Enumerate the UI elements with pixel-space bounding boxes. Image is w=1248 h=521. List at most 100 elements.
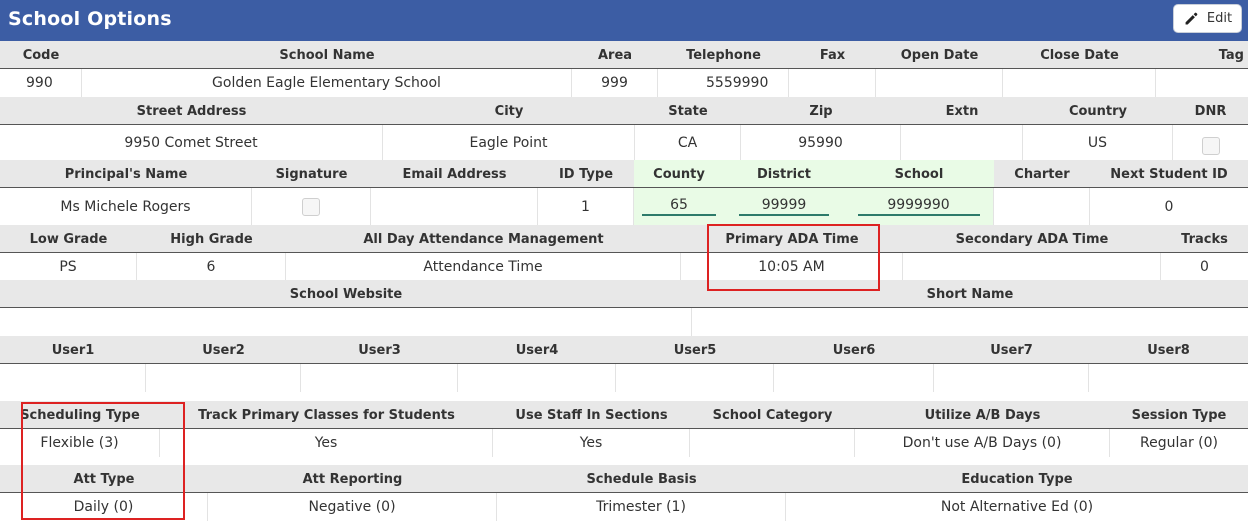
value-school: 9999990 xyxy=(844,188,994,225)
header-school-name: School Name xyxy=(82,41,572,69)
header-email-address: Email Address xyxy=(371,160,538,188)
header-extn: Extn xyxy=(901,97,1023,125)
value-tag xyxy=(1156,69,1248,97)
row1-header: Code School Name Area Telephone Fax Open… xyxy=(0,41,1248,69)
value-user8 xyxy=(1089,364,1248,392)
value-county: 65 xyxy=(634,188,724,225)
value-close-date xyxy=(1003,69,1156,97)
value-district: 99999 xyxy=(724,188,844,225)
header-code: Code xyxy=(0,41,82,69)
header-county: County xyxy=(634,160,724,188)
header-district: District xyxy=(724,160,844,188)
row2-values: 9950 Comet Street Eagle Point CA 95990 U… xyxy=(0,124,1248,160)
dnr-checkbox[interactable] xyxy=(1201,136,1220,155)
value-education-type: Not Alternative Ed (0) xyxy=(786,493,1248,521)
header-fax: Fax xyxy=(789,41,876,69)
header-short-name: Short Name xyxy=(692,280,1248,308)
value-code: 990 xyxy=(0,69,82,97)
header-utilize-ab-days: Utilize A/B Days xyxy=(855,401,1110,429)
value-all-day-attendance: Attendance Time xyxy=(286,253,681,280)
value-high-grade: 6 xyxy=(137,253,286,280)
header-school-category: School Category xyxy=(690,401,855,429)
header-principal-name: Principal's Name xyxy=(0,160,252,188)
value-dnr xyxy=(1173,125,1248,160)
header-area: Area xyxy=(572,41,658,69)
header-state: State xyxy=(635,97,741,125)
header-schedule-basis: Schedule Basis xyxy=(497,465,786,493)
header-street-address: Street Address xyxy=(0,97,383,125)
value-user7 xyxy=(934,364,1089,392)
header-school-website: School Website xyxy=(0,280,692,308)
header-high-grade: High Grade xyxy=(137,225,286,253)
value-country: US xyxy=(1023,125,1173,160)
value-extn xyxy=(901,125,1023,160)
header-signature: Signature xyxy=(252,160,371,188)
value-user5 xyxy=(616,364,774,392)
header-user3: User3 xyxy=(301,336,458,364)
header-user1: User1 xyxy=(0,336,146,364)
header-user2: User2 xyxy=(146,336,301,364)
row2-header: Street Address City State Zip Extn Count… xyxy=(0,97,1248,125)
header-secondary-ada-time: Secondary ADA Time xyxy=(903,225,1161,253)
row4-values: PS 6 Attendance Time 10:05 AM 0 xyxy=(0,252,1248,280)
value-school-category xyxy=(690,429,855,457)
row5-header: School Website Short Name xyxy=(0,280,1248,308)
signature-checkbox[interactable] xyxy=(302,197,320,216)
value-signature xyxy=(252,188,371,225)
value-next-student-id: 0 xyxy=(1090,188,1248,225)
header-low-grade: Low Grade xyxy=(0,225,137,253)
edit-button-label: Edit xyxy=(1206,11,1233,26)
value-user1 xyxy=(0,364,146,392)
value-charter xyxy=(994,188,1090,225)
header-primary-ada-time: Primary ADA Time xyxy=(681,225,903,253)
header-tracks: Tracks xyxy=(1161,225,1248,253)
title-bar: School Options Edit xyxy=(0,0,1248,41)
county-field[interactable]: 65 xyxy=(642,197,716,216)
row8-header: Att Type Att Reporting Schedule Basis Ed… xyxy=(0,465,1248,493)
value-fax xyxy=(789,69,876,97)
row4-header: Low Grade High Grade All Day Attendance … xyxy=(0,225,1248,253)
header-att-type: Att Type xyxy=(0,465,208,493)
value-city: Eagle Point xyxy=(383,125,635,160)
value-id-type: 1 xyxy=(538,188,634,225)
header-user7: User7 xyxy=(934,336,1089,364)
value-school-name: Golden Eagle Elementary School xyxy=(82,69,572,97)
value-principal-name: Ms Michele Rogers xyxy=(0,188,252,225)
header-session-type: Session Type xyxy=(1110,401,1248,429)
value-user6 xyxy=(774,364,934,392)
value-telephone: 5559990 xyxy=(658,69,789,97)
header-education-type: Education Type xyxy=(786,465,1248,493)
value-scheduling-type: Flexible (3) xyxy=(0,429,160,457)
value-email-address xyxy=(371,188,538,225)
value-att-reporting: Negative (0) xyxy=(208,493,497,521)
value-user3 xyxy=(301,364,458,392)
pencil-icon xyxy=(1185,12,1198,25)
value-open-date xyxy=(876,69,1003,97)
header-close-date: Close Date xyxy=(1003,41,1156,69)
header-tag: Tag xyxy=(1156,41,1248,69)
header-track-primary-classes: Track Primary Classes for Students xyxy=(160,401,493,429)
row3-header: Principal's Name Signature Email Address… xyxy=(0,160,1248,188)
row7-header: Scheduling Type Track Primary Classes fo… xyxy=(0,401,1248,429)
header-user6: User6 xyxy=(774,336,934,364)
header-country: Country xyxy=(1023,97,1173,125)
value-zip: 95990 xyxy=(741,125,901,160)
value-att-type: Daily (0) xyxy=(0,493,208,521)
value-primary-ada-time: 10:05 AM xyxy=(681,253,903,280)
header-open-date: Open Date xyxy=(876,41,1003,69)
value-street-address: 9950 Comet Street xyxy=(0,125,383,160)
header-next-student-id: Next Student ID xyxy=(1090,160,1248,188)
value-secondary-ada-time xyxy=(903,253,1161,280)
value-use-staff-in-sections: Yes xyxy=(493,429,690,457)
header-all-day-attendance: All Day Attendance Management xyxy=(286,225,681,253)
header-school: School xyxy=(844,160,994,188)
value-session-type: Regular (0) xyxy=(1110,429,1248,457)
row1-values: 990 Golden Eagle Elementary School 999 5… xyxy=(0,68,1248,97)
school-field[interactable]: 9999990 xyxy=(857,197,980,216)
district-field[interactable]: 99999 xyxy=(739,197,829,216)
edit-button[interactable]: Edit xyxy=(1173,4,1242,33)
header-zip: Zip xyxy=(741,97,901,125)
value-tracks: 0 xyxy=(1161,253,1248,280)
header-telephone: Telephone xyxy=(658,41,789,69)
value-low-grade: PS xyxy=(0,253,137,280)
